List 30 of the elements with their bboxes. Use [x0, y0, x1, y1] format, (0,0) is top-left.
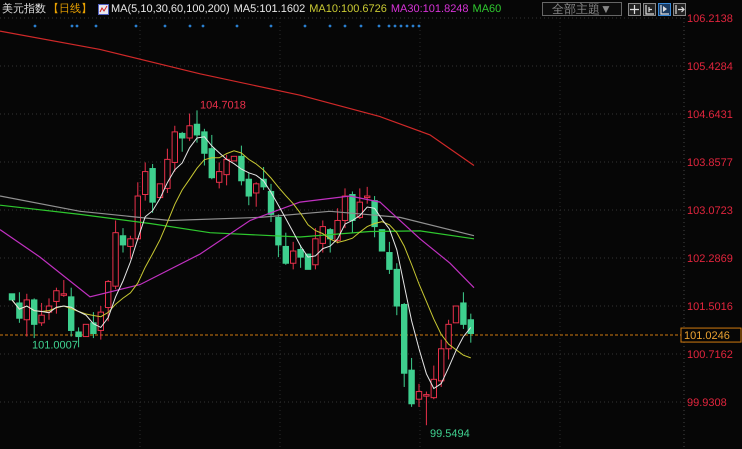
- indicator-icon: [98, 4, 109, 14]
- ma-value: MA5:101.1602: [234, 4, 306, 14]
- toolbar-button[interactable]: [658, 2, 671, 16]
- toolbar-button[interactable]: [673, 2, 686, 16]
- ma-value: MA10:100.6726: [309, 4, 387, 14]
- indicator-label: MA(5,10,30,60,100,200): [111, 4, 230, 14]
- period-label: 【日线】: [48, 4, 92, 14]
- toolbar-button[interactable]: [628, 2, 641, 16]
- theme-dropdown[interactable]: 全部主題▼: [542, 2, 622, 16]
- price-axis-label: 101.5016: [687, 301, 733, 313]
- high-price-label: 104.7018: [200, 99, 246, 112]
- play-icon: [659, 4, 670, 14]
- price-axis-label: 106.2138: [687, 13, 733, 25]
- low-price-label: 101.0007: [32, 340, 78, 352]
- ma-value: MA60: [472, 4, 502, 14]
- price-axis-label: 105.4284: [687, 61, 733, 73]
- crosshair-icon: [629, 4, 640, 14]
- price-axis-label: 102.2869: [687, 253, 733, 265]
- exit-icon: [674, 4, 685, 14]
- price-axis-label: 99.9308: [687, 397, 727, 409]
- price-axis-label: 103.8577: [687, 157, 733, 169]
- chart-title: 美元指数: [2, 4, 46, 14]
- low-price-label: 99.5494: [430, 428, 470, 440]
- price-axis-label: 100.7162: [687, 349, 733, 361]
- current-price-tag: 101.0246: [680, 328, 742, 343]
- toolbar-button[interactable]: [643, 2, 656, 16]
- ma-value: MA30:101.8248: [390, 4, 469, 14]
- price-axis-label: 103.0723: [687, 205, 733, 217]
- range-icon: [644, 4, 655, 14]
- price-axis-label: 104.6431: [687, 109, 733, 121]
